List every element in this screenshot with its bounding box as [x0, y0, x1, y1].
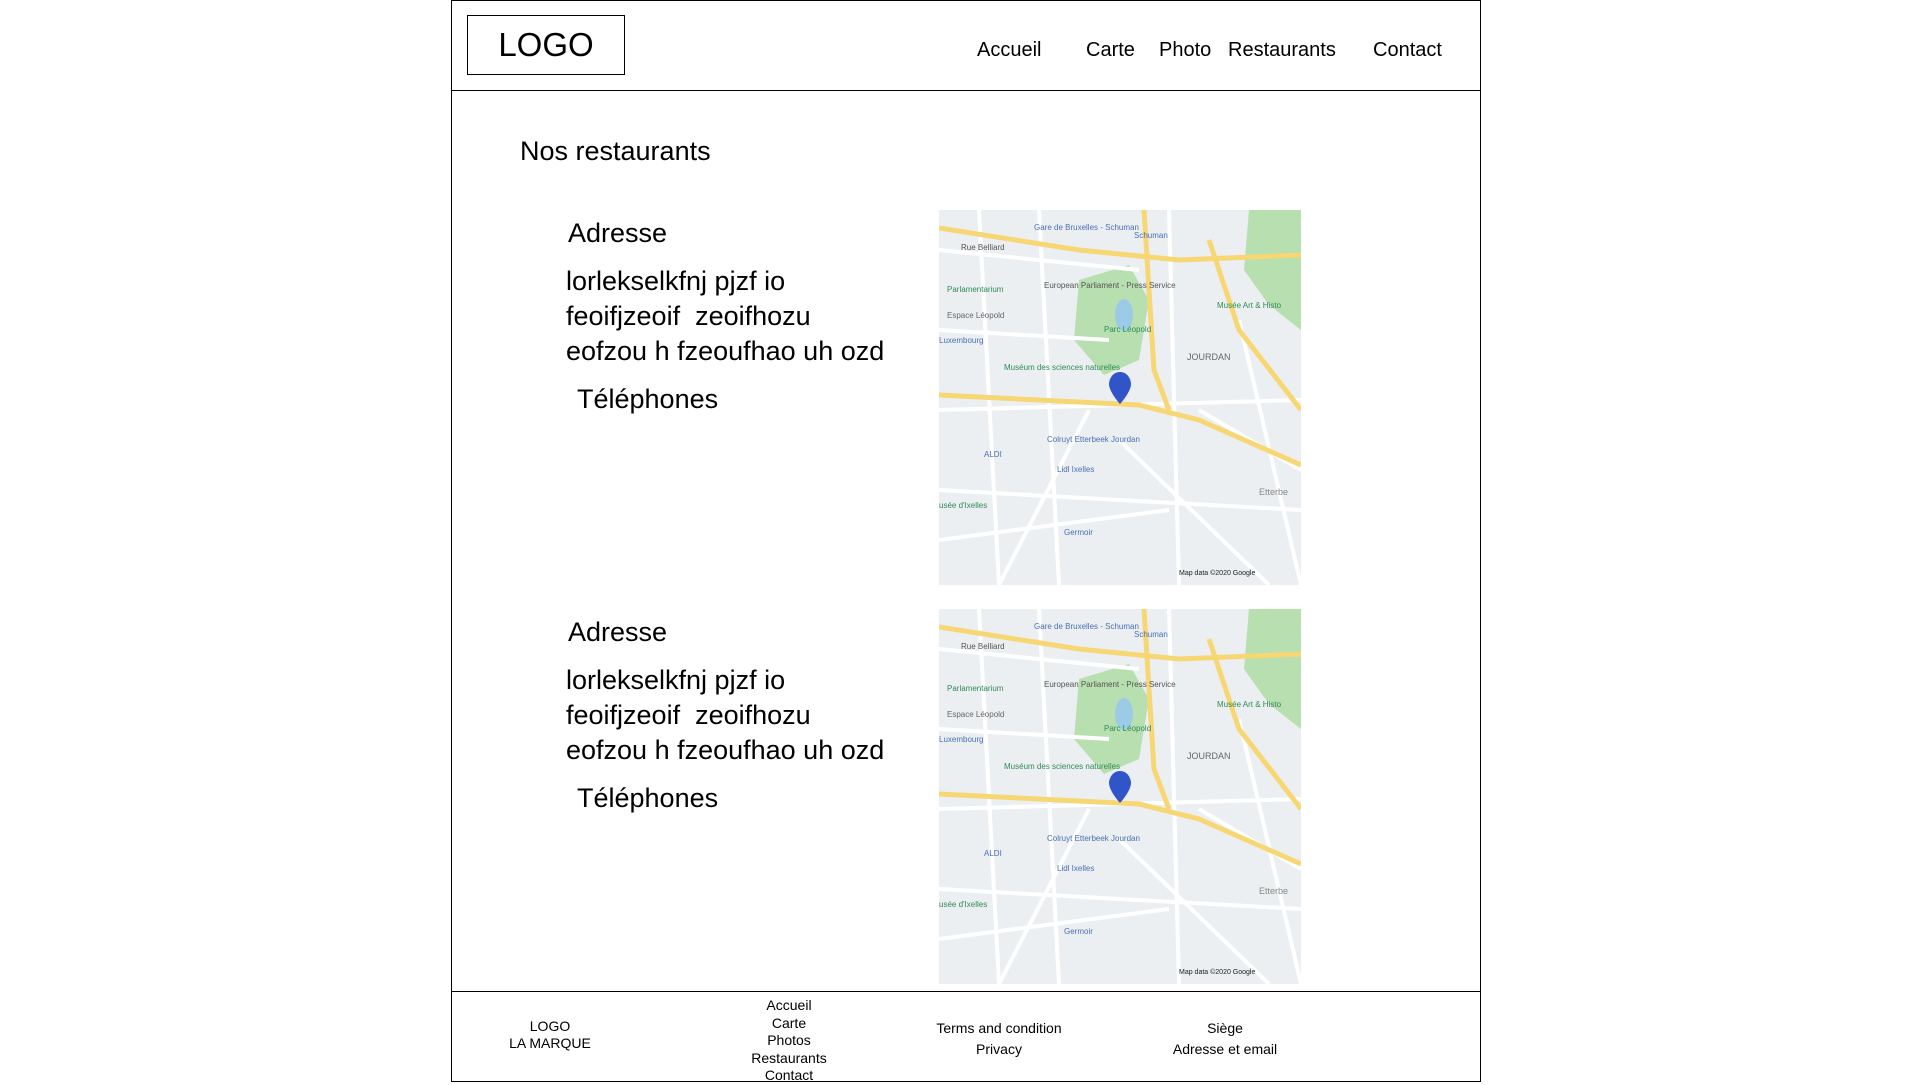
- nav-accueil[interactable]: Accueil: [977, 39, 1041, 62]
- phone-label: Téléphones: [577, 783, 719, 813]
- map-credit: Map data ©2020 Google: [1179, 569, 1255, 577]
- map-label-colruyt: Colruyt Etterbeek Jourdan: [1047, 435, 1140, 444]
- restaurant-card: Adresse lorlekselkfnj pjzf io feoifjzeoi…: [566, 210, 1306, 592]
- map-graphic[interactable]: Gare de Bruxelles - SchumanSchuman Rue Be…: [939, 609, 1301, 984]
- footer-link-photos[interactable]: Photos: [729, 1032, 849, 1050]
- footer-nav: Accueil Carte Photos Restaurants Contact: [729, 997, 849, 1085]
- site-header: LOGO Accueil Carte Photo Restaurants Con…: [452, 1, 1480, 91]
- map-label-germoir: Germoir: [1064, 927, 1093, 936]
- nav-photo[interactable]: Photo: [1159, 39, 1211, 62]
- nav-carte[interactable]: Carte: [1086, 39, 1135, 62]
- footer-brand-name: LA MARQUE: [509, 1035, 591, 1051]
- map-label-musee-ixelles: usée d'Ixelles: [939, 501, 987, 510]
- footer-link-terms[interactable]: Terms and condition: [907, 1018, 1091, 1039]
- address-text: lorlekselkfnj pjzf io feoifjzeoif zeoifh…: [566, 266, 885, 366]
- map-label-gare: Gare de Bruxelles - Schuman: [1034, 223, 1139, 232]
- map-label-parc-leopold: Parc Léopold: [1104, 325, 1151, 334]
- map-graphic[interactable]: Gare de Bruxelles - SchumanSchuman Rue Be…: [939, 210, 1301, 585]
- map-label-jourdan: JOURDAN: [1187, 352, 1231, 362]
- map-label-museum: Muséum des sciences naturelles: [1004, 363, 1120, 372]
- restaurant-map[interactable]: Gare de Bruxelles - Schuman Schuman Rue Be…: [939, 609, 1301, 984]
- footer-link-carte[interactable]: Carte: [729, 1015, 849, 1033]
- map-label-germoir: Germoir: [1064, 528, 1093, 537]
- footer-contact: Siège Adresse et email: [1145, 1018, 1305, 1060]
- map-label-jourdan: JOURDAN: [1187, 751, 1231, 761]
- phone-label: Téléphones: [577, 384, 719, 414]
- map-label-schuman: Schuman: [1134, 630, 1168, 639]
- footer-address-email[interactable]: Adresse et email: [1145, 1039, 1305, 1060]
- map-label-luxembourg: Luxembourg: [939, 735, 983, 744]
- footer-brand: LOGO LA MARQUE: [499, 1018, 601, 1052]
- map-label-musee-art: Musée Art & Histo: [1217, 301, 1282, 310]
- restaurant-card: Adresse lorlekselkfnj pjzf io feoifjzeoi…: [566, 609, 1306, 991]
- map-label-colruyt: Colruyt Etterbeek Jourdan: [1047, 834, 1140, 843]
- map-label-lidl: Lidl Ixelles: [1057, 864, 1094, 873]
- map-label-aldi: ALDI: [984, 450, 1002, 459]
- restaurant-map[interactable]: Gare de Bruxelles - Schuman Schuman Rue Be…: [939, 210, 1301, 585]
- map-label-rue-belliard: Rue Belliard: [961, 243, 1005, 252]
- address-label: Adresse: [568, 617, 668, 647]
- map-label-parlamentarium: Parlamentarium: [947, 684, 1004, 693]
- map-label-rue-belliard: Rue Belliard: [961, 642, 1005, 651]
- map-label-european-parliament: European Parliament - Press Service: [1044, 680, 1176, 689]
- map-label-musee-art: Musée Art & Histo: [1217, 700, 1282, 709]
- map-label-parc-leopold: Parc Léopold: [1104, 724, 1151, 733]
- nav-contact[interactable]: Contact: [1373, 39, 1442, 62]
- map-label-etterbeek: Etterbe: [1259, 886, 1288, 896]
- map-label-luxembourg: Luxembourg: [939, 336, 983, 345]
- address-label: Adresse: [568, 218, 668, 248]
- footer-logo[interactable]: LOGO: [499, 1018, 601, 1035]
- map-label-lidl: Lidl Ixelles: [1057, 465, 1094, 474]
- footer-link-accueil[interactable]: Accueil: [729, 997, 849, 1015]
- map-label-european-parliament: European Parliament - Press Service: [1044, 281, 1176, 290]
- footer-link-privacy[interactable]: Privacy: [907, 1039, 1091, 1060]
- footer-siege[interactable]: Siège: [1145, 1018, 1305, 1039]
- map-label-musee-ixelles: usée d'Ixelles: [939, 900, 987, 909]
- footer-legal: Terms and condition Privacy: [907, 1018, 1091, 1060]
- map-label-schuman: Schuman: [1134, 231, 1168, 240]
- map-label-parlamentarium: Parlamentarium: [947, 285, 1004, 294]
- footer-link-restaurants[interactable]: Restaurants: [729, 1050, 849, 1068]
- site-footer: LOGO LA MARQUE Accueil Carte Photos Rest…: [451, 991, 1481, 1085]
- address-text: lorlekselkfnj pjzf io feoifjzeoif zeoifh…: [566, 665, 885, 765]
- map-label-gare: Gare de Bruxelles - Schuman: [1034, 622, 1139, 631]
- map-label-espace-leopold: Espace Léopold: [947, 311, 1004, 320]
- map-label-aldi: ALDI: [984, 849, 1002, 858]
- footer-link-contact[interactable]: Contact: [729, 1067, 849, 1085]
- map-label-museum: Muséum des sciences naturelles: [1004, 762, 1120, 771]
- map-label-etterbeek: Etterbe: [1259, 487, 1288, 497]
- map-label-espace-leopold: Espace Léopold: [947, 710, 1004, 719]
- logo[interactable]: LOGO: [467, 15, 625, 75]
- nav-restaurants[interactable]: Restaurants: [1228, 39, 1336, 62]
- map-credit: Map data ©2020 Google: [1179, 968, 1255, 976]
- page-title: Nos restaurants: [520, 136, 711, 166]
